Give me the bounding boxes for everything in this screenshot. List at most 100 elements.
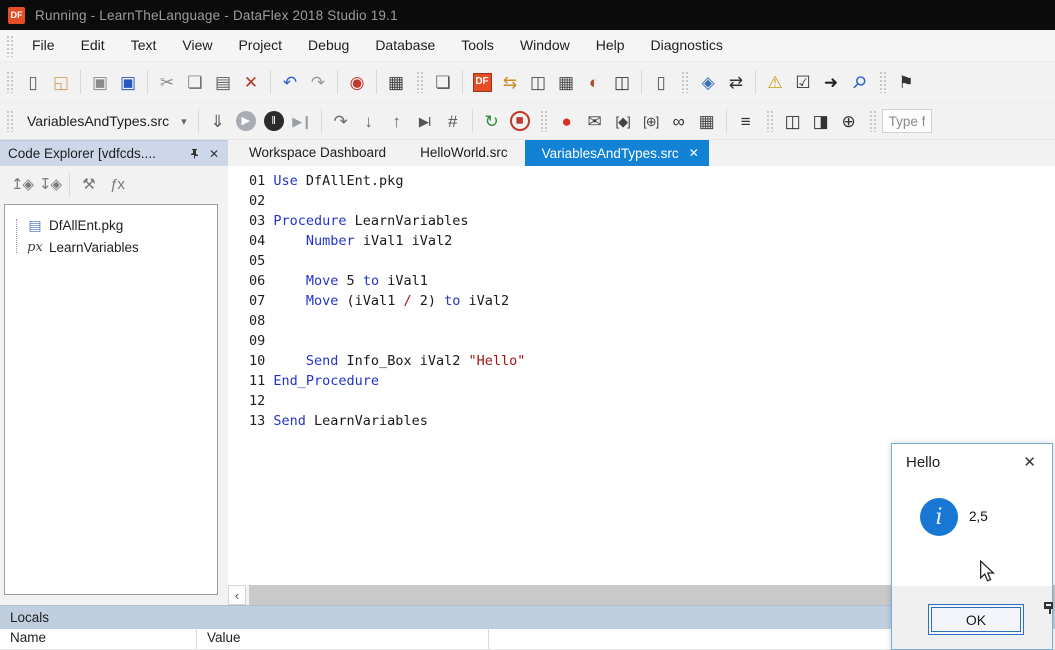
configure-icon[interactable]: ⚒: [76, 172, 102, 198]
ok-button[interactable]: OK: [928, 604, 1024, 635]
line-number: 13: [249, 413, 273, 429]
call-stack-icon[interactable]: ≡: [733, 108, 759, 134]
record-macro-icon: ◉: [350, 74, 365, 91]
tree-item-learnvariables[interactable]: pxLearnVariables: [13, 236, 213, 258]
data-dictionary-icon[interactable]: ◫: [525, 69, 551, 95]
style-palette-icon[interactable]: ◐: [581, 69, 607, 95]
save-all-icon[interactable]: ▣: [115, 69, 141, 95]
todo-list-icon[interactable]: ☑: [790, 69, 816, 95]
record-macro-icon[interactable]: ◉: [344, 69, 370, 95]
watch-table-icon[interactable]: ▦: [694, 108, 720, 134]
toolbar-grip[interactable]: [416, 71, 425, 93]
pause-icon[interactable]: ‖: [261, 108, 287, 134]
restart-icon[interactable]: ↻: [479, 108, 505, 134]
dialog-title-bar[interactable]: Hello ✕: [892, 444, 1052, 482]
toolbar-grip[interactable]: [879, 71, 888, 93]
open-file-icon[interactable]: ◱: [48, 69, 74, 95]
run-step-icon[interactable]: ▶❙: [289, 108, 315, 134]
watch-global-icon[interactable]: [⊕]: [638, 108, 664, 134]
print-icon[interactable]: ▦: [383, 69, 409, 95]
close-icon[interactable]: ✕: [204, 144, 224, 164]
synchronize-icon[interactable]: ⇄: [723, 69, 749, 95]
load-up-icon[interactable]: ↥◈: [9, 172, 35, 198]
find-in-tables-icon[interactable]: ◫: [609, 69, 635, 95]
open-file-icon: ◱: [53, 74, 69, 91]
toolbar-grip[interactable]: [6, 110, 15, 132]
set-next-statement-icon[interactable]: #: [440, 108, 466, 134]
locals-pin-icon[interactable]: [1044, 602, 1055, 617]
functions-icon[interactable]: ƒx: [104, 172, 130, 198]
dialog-close-icon[interactable]: ✕: [1019, 454, 1040, 471]
toolbar-separator: [337, 70, 338, 94]
database-web-icon[interactable]: ⊕: [836, 108, 862, 134]
redo-icon[interactable]: ↷: [305, 69, 331, 95]
menu-project[interactable]: Project: [225, 30, 295, 61]
locals-column-value[interactable]: Value: [197, 629, 489, 649]
menu-help[interactable]: Help: [583, 30, 638, 61]
new-source-icon[interactable]: ▯: [648, 69, 674, 95]
step-into-icon[interactable]: ↓: [356, 108, 382, 134]
exit-icon: ➜: [824, 74, 838, 91]
new-file-icon[interactable]: ▯: [20, 69, 46, 95]
tab-variablesandtypes-src[interactable]: VariablesAndTypes.src✕: [525, 140, 709, 166]
database-table-icon[interactable]: ◫: [780, 108, 806, 134]
dataflex-studio-icon[interactable]: DF: [469, 69, 495, 95]
table-editor-icon[interactable]: ▦: [553, 69, 579, 95]
source-file-combobox[interactable]: VariablesAndTypes.src▾: [21, 110, 193, 132]
menu-view[interactable]: View: [169, 30, 225, 61]
form-report-icon[interactable]: ❏: [430, 69, 456, 95]
menu-grip[interactable]: [6, 35, 15, 57]
copy-icon[interactable]: ❏: [182, 69, 208, 95]
toolbar-grip[interactable]: [766, 110, 775, 132]
tab-helloworld-src[interactable]: HelloWorld.src: [403, 140, 525, 166]
run-to-cursor-icon[interactable]: ▶I: [412, 108, 438, 134]
inspector-icon[interactable]: ∞: [666, 108, 692, 134]
pin-icon[interactable]: [184, 144, 204, 164]
delete-icon[interactable]: ✕: [238, 69, 264, 95]
toolbar-separator: [147, 70, 148, 94]
menu-debug[interactable]: Debug: [295, 30, 362, 61]
database-grid-icon[interactable]: ◨: [808, 108, 834, 134]
send-message-icon[interactable]: ✉: [582, 108, 608, 134]
save-icon[interactable]: ▣: [87, 69, 113, 95]
load-down-icon[interactable]: ↧◈: [37, 172, 63, 198]
stop-icon[interactable]: ◼: [507, 108, 533, 134]
locals-column-name[interactable]: Name: [0, 629, 197, 649]
menu-database[interactable]: Database: [362, 30, 448, 61]
menu-tools[interactable]: Tools: [448, 30, 507, 61]
compiler-warnings-icon[interactable]: ⚠: [762, 69, 788, 95]
step-out-icon[interactable]: ↑: [384, 108, 410, 134]
scroll-left-arrow[interactable]: ‹: [228, 585, 246, 605]
code-explorer-toolbar: ↥◈↧◈ ⚒ƒx: [0, 166, 228, 203]
toolbar-grip[interactable]: [681, 71, 690, 93]
tab-close-icon[interactable]: ✕: [689, 147, 699, 159]
menu-diagnostics[interactable]: Diagnostics: [638, 30, 736, 61]
code-preview-icon[interactable]: ⚲: [846, 69, 872, 95]
run-icon[interactable]: ▶: [233, 108, 259, 134]
exit-icon[interactable]: ➜: [818, 69, 844, 95]
toolbar-grip[interactable]: [869, 110, 878, 132]
bookmark-icon[interactable]: ⚑: [893, 69, 919, 95]
paste-icon[interactable]: ▤: [210, 69, 236, 95]
combo-value: VariablesAndTypes.src: [27, 113, 169, 129]
toolbar-grip[interactable]: [6, 71, 15, 93]
code-explorer-tree[interactable]: ▤DfAllEnt.pkgpxLearnVariables: [4, 204, 218, 595]
menu-window[interactable]: Window: [507, 30, 583, 61]
toolbar-grip[interactable]: [540, 110, 549, 132]
compile-icon[interactable]: ⇓: [205, 108, 231, 134]
toggle-breakpoint-icon[interactable]: ●: [554, 108, 580, 134]
menu-file[interactable]: File: [19, 30, 68, 61]
type-filter-input[interactable]: [882, 109, 932, 133]
code-line-09: 09: [249, 331, 1055, 351]
tab-workspace-dashboard[interactable]: Workspace Dashboard: [232, 140, 403, 166]
workspace-explorer-icon[interactable]: ⇆: [497, 69, 523, 95]
watch-object-icon[interactable]: [◆]: [610, 108, 636, 134]
object-browser-icon[interactable]: ◈: [695, 69, 721, 95]
tree-item-dfallent-pkg[interactable]: ▤DfAllEnt.pkg: [13, 214, 213, 236]
undo-icon[interactable]: ↶: [277, 69, 303, 95]
code-line-08: 08: [249, 311, 1055, 331]
step-over-icon[interactable]: ↷: [328, 108, 354, 134]
cut-icon[interactable]: ✂: [154, 69, 180, 95]
menu-edit[interactable]: Edit: [68, 30, 118, 61]
menu-text[interactable]: Text: [118, 30, 170, 61]
